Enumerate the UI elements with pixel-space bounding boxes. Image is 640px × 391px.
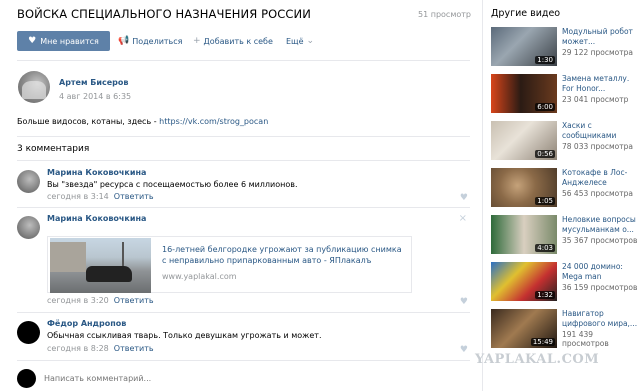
comment-text: Вы "звезда" ресурса с посещаемостью боле… (47, 180, 298, 189)
comment-time: сегодня в 3:20 (47, 296, 109, 305)
video-views: 35 367 просмотров (562, 236, 638, 245)
megaphone-icon: 📢 (118, 36, 130, 46)
reply-button[interactable]: Ответить (114, 344, 154, 353)
video-thumbnail[interactable]: 1:05 (491, 168, 557, 207)
video-views: 191 439 просмотров (562, 330, 609, 348)
avatar[interactable] (17, 170, 40, 193)
video-views: 78 033 просмотра (562, 142, 633, 151)
plus-icon: + (193, 36, 201, 46)
video-duration: 15:49 (530, 338, 555, 346)
comment-input-row (17, 364, 477, 391)
comment-time: сегодня в 3:14 (47, 192, 109, 201)
more-label: Ещё (286, 36, 304, 46)
video-title[interactable]: Навигатор цифрового мира,... (562, 309, 638, 329)
video-duration: 0:56 (535, 150, 555, 158)
link-preview-domain: www.yaplakal.com (162, 272, 237, 281)
video-duration: 1:30 (535, 56, 555, 64)
comment-author[interactable]: Марина Коковочкина (47, 214, 146, 223)
author-name[interactable]: Артем Бисеров (59, 78, 128, 87)
view-count: 51 просмотр (418, 10, 471, 19)
video-duration: 1:32 (535, 291, 555, 299)
close-icon[interactable]: × (459, 213, 467, 224)
comment-text: Обычная ссыкливая тварь. Только девушкам… (47, 331, 322, 340)
video-thumbnail[interactable]: 4:03 (491, 215, 557, 254)
comment-author[interactable]: Фёдор Андропов (47, 319, 126, 328)
comment-meta: сегодня в 3:20 Ответить (47, 296, 154, 305)
heart-icon[interactable]: ♥ (460, 345, 468, 355)
heart-icon[interactable]: ♥ (460, 297, 468, 307)
video-thumbnail[interactable]: 1:32 (491, 262, 557, 301)
chevron-down-icon: ⌄ (306, 36, 315, 46)
avatar (17, 369, 36, 388)
link-preview-image (50, 238, 151, 293)
divider (17, 207, 470, 208)
share-button[interactable]: 📢 Поделиться (118, 36, 182, 46)
divider (17, 160, 470, 161)
video-thumbnail[interactable]: 6:00 (491, 74, 557, 113)
video-duration: 1:05 (535, 197, 555, 205)
more-button[interactable]: Ещё ⌄ (286, 36, 314, 46)
share-label: Поделиться (132, 36, 183, 46)
video-title[interactable]: Неловкие вопросы мусульманкам о... (562, 215, 638, 235)
comment-input[interactable] (44, 369, 464, 387)
heart-icon[interactable]: ♥ (460, 193, 468, 203)
like-label: Мне нравится (40, 36, 99, 46)
video-views: 29 122 просмотра (562, 48, 633, 57)
divider (17, 60, 470, 61)
video-title[interactable]: Замена металлу. For Honor... (562, 74, 638, 94)
related-videos-sidebar: Другие видео 1:30 Модульный робот может.… (482, 0, 640, 391)
comment-time: сегодня в 8:28 (47, 344, 109, 353)
video-thumbnail[interactable]: 15:49 (491, 309, 557, 348)
video-views: 36 159 просмотров (562, 283, 638, 292)
add-to-self-button[interactable]: + Добавить к себе (193, 36, 273, 46)
related-video-item[interactable]: 15:49 Навигатор цифрового мира,... 191 4… (491, 309, 639, 349)
comments-title: 3 комментария (17, 144, 90, 154)
divider (17, 136, 470, 137)
divider (17, 312, 470, 313)
heart-icon: ♥ (28, 36, 37, 46)
avatar[interactable] (17, 216, 40, 239)
video-title[interactable]: 24 000 домино: Mega man (562, 262, 638, 282)
video-views: 23 041 просмотр (562, 95, 629, 104)
divider (17, 360, 470, 361)
link-preview-card[interactable]: 16-летней белгородке угрожают за публика… (47, 236, 412, 293)
comment-item: Марина Коковочкина Вы "звезда" ресурса с… (17, 165, 470, 207)
description-text: Больше видосов, котаны, здесь - (17, 117, 160, 126)
author-date: 4 авг 2014 в 6:35 (59, 92, 132, 101)
like-button[interactable]: ♥ Мне нравится (17, 31, 110, 51)
comment-item: Фёдор Андропов Обычная ссыкливая тварь. … (17, 316, 470, 360)
comment-meta: сегодня в 8:28 Ответить (47, 344, 154, 353)
reply-button[interactable]: Ответить (114, 296, 154, 305)
related-video-item[interactable]: 1:30 Модульный робот может... 29 122 про… (491, 27, 639, 67)
video-views: 56 453 просмотра (562, 189, 633, 198)
video-thumbnail[interactable]: 0:56 (491, 121, 557, 160)
site-watermark: YAPLAKAL.COM (475, 352, 600, 367)
video-page-main: ВОЙСКА СПЕЦИАЛЬНОГО НАЗНАЧЕНИЯ РОССИИ 51… (0, 0, 481, 391)
video-duration: 4:03 (535, 244, 555, 252)
related-video-item[interactable]: 0:56 Хаски с сообщниками едв... 78 033 п… (491, 121, 639, 161)
video-title: ВОЙСКА СПЕЦИАЛЬНОГО НАЗНАЧЕНИЯ РОССИИ (17, 7, 311, 21)
video-description: Больше видосов, котаны, здесь - https://… (17, 117, 268, 126)
video-title[interactable]: Котокафе в Лос-Анджелесе (562, 168, 638, 188)
author-avatar[interactable] (18, 71, 50, 103)
description-link[interactable]: https://vk.com/strog_pocan (159, 117, 268, 126)
link-preview-title[interactable]: 16-летней белгородке угрожают за публика… (162, 244, 402, 266)
comment-author[interactable]: Марина Коковочкина (47, 168, 146, 177)
video-duration: 6:00 (535, 103, 555, 111)
related-video-item[interactable]: 1:32 24 000 домино: Mega man 36 159 прос… (491, 262, 639, 302)
avatar[interactable] (17, 321, 40, 344)
video-thumbnail[interactable]: 1:30 (491, 27, 557, 66)
reply-button[interactable]: Ответить (114, 192, 154, 201)
related-video-item[interactable]: 4:03 Неловкие вопросы мусульманкам о... … (491, 215, 639, 255)
sidebar-title: Другие видео (491, 8, 561, 19)
add-label: Добавить к себе (203, 36, 273, 46)
video-title[interactable]: Модульный робот может... (562, 27, 638, 47)
related-video-item[interactable]: 6:00 Замена металлу. For Honor... 23 041… (491, 74, 639, 114)
related-video-item[interactable]: 1:05 Котокафе в Лос-Анджелесе 56 453 про… (491, 168, 639, 208)
comment-meta: сегодня в 3:14 Ответить (47, 192, 154, 201)
video-title[interactable]: Хаски с сообщниками едв... (562, 121, 638, 141)
